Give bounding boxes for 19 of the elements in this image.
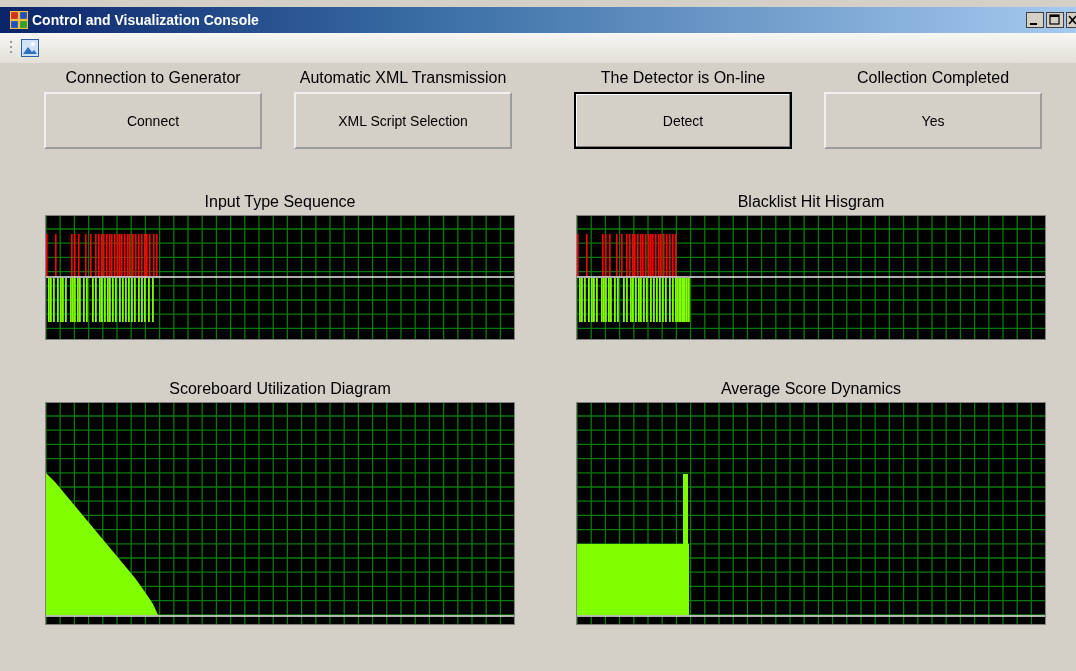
close-icon[interactable] (1066, 12, 1076, 28)
action-label: Automatic XML Transmission (299, 69, 507, 87)
action-button[interactable]: Connect (44, 92, 262, 149)
maximize-icon[interactable] (1046, 12, 1064, 28)
chart-title: Scoreboard Utilization Diagram (169, 380, 391, 398)
image-icon[interactable] (21, 39, 39, 57)
minimize-icon[interactable] (1026, 12, 1044, 28)
window-title: Control and Visualization Console (32, 12, 260, 28)
app-icon (10, 11, 28, 29)
chart-title: Average Score Dynamics (720, 380, 902, 398)
chart-title: Input Type Sequence (204, 193, 356, 211)
action-button[interactable]: Yes (824, 92, 1042, 149)
action-label: The Detector is On-line (600, 69, 766, 87)
action-label: Connection to Generator (65, 69, 241, 87)
action-label: Collection Completed (856, 69, 1010, 87)
action-button[interactable]: XML Script Selection (294, 92, 512, 149)
grip-icon (10, 40, 13, 56)
chart-title: Blacklist Hit Hisgram (737, 193, 885, 211)
action-button[interactable]: Detect (574, 92, 792, 149)
